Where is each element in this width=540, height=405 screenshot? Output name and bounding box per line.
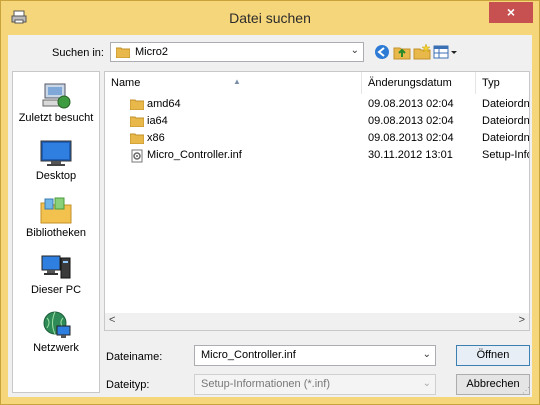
place-label: Netzwerk xyxy=(33,342,79,354)
file-type: Dateiordner xyxy=(482,98,530,110)
filetype-select[interactable]: Setup-Informationen (*.inf) ⌄ xyxy=(194,374,436,395)
folder-icon xyxy=(130,133,144,144)
scroll-right-icon[interactable]: > xyxy=(519,314,525,326)
cancel-button[interactable]: Abbrechen xyxy=(456,374,530,395)
back-arrow-icon[interactable] xyxy=(373,43,391,61)
resize-grip-icon[interactable]: ⋰ xyxy=(522,386,530,395)
look-in-label: Suchen in: xyxy=(52,47,104,59)
place-label: Dieser PC xyxy=(30,284,82,296)
window-title: Datei suchen xyxy=(229,10,311,26)
scroll-left-icon[interactable]: < xyxy=(109,314,115,326)
recent-places-icon xyxy=(42,83,71,109)
filename-input[interactable]: Micro_Controller.inf ⌄ xyxy=(194,345,436,366)
folder-icon xyxy=(130,99,144,110)
folder-icon xyxy=(116,47,130,58)
look-in-combo[interactable]: Micro2 ⌄ xyxy=(110,42,364,62)
up-folder-icon[interactable] xyxy=(393,43,411,61)
look-in-value: Micro2 xyxy=(135,46,169,58)
chevron-down-icon[interactable]: ⌄ xyxy=(351,45,359,56)
filename-label: Dateiname: xyxy=(106,351,163,363)
horizontal-scrollbar[interactable]: < > xyxy=(105,313,529,330)
filename-value: Micro_Controller.inf xyxy=(201,349,296,361)
file-type: Setup-Informationen xyxy=(482,149,529,161)
file-row[interactable]: x86 09.08.2013 02:04 Dateiordner xyxy=(105,130,530,147)
file-name: x86 xyxy=(147,132,165,144)
dialog-client-area: Suchen in: Micro2 ⌄ Zuletzt besucht Desk… xyxy=(8,35,532,397)
place-network[interactable]: Netzwerk xyxy=(13,310,99,354)
chevron-down-icon[interactable]: ⌄ xyxy=(423,349,431,360)
file-row[interactable]: ia64 09.08.2013 02:04 Dateiordner xyxy=(105,113,530,130)
file-row[interactable]: Micro_Controller.inf 30.11.2012 13:01 Se… xyxy=(105,147,529,164)
network-icon xyxy=(43,311,71,338)
file-type: Dateiordner xyxy=(482,115,530,127)
file-date: 09.08.2013 02:04 xyxy=(368,115,454,127)
computer-icon xyxy=(41,255,71,279)
column-header-date[interactable]: Änderungsdatum xyxy=(362,72,476,94)
place-desktop[interactable]: Desktop xyxy=(13,138,99,182)
place-libraries[interactable]: Bibliotheken xyxy=(13,195,99,239)
new-folder-icon[interactable] xyxy=(413,43,431,61)
open-button[interactable]: Öffnen xyxy=(456,345,530,366)
chevron-down-icon[interactable]: ⌄ xyxy=(423,378,431,389)
file-type: Dateiordner xyxy=(482,132,530,144)
file-name: Micro_Controller.inf xyxy=(147,149,242,161)
place-recent[interactable]: Zuletzt besucht xyxy=(13,80,99,124)
column-header-type[interactable]: Typ xyxy=(476,72,529,94)
place-label: Desktop xyxy=(35,170,77,182)
file-dialog-window: Datei suchen × Suchen in: Micro2 ⌄ Zulet… xyxy=(0,0,540,405)
place-label: Zuletzt besucht xyxy=(18,112,94,124)
column-header-name[interactable]: Name ▲ xyxy=(105,72,362,94)
filetype-label: Dateityp: xyxy=(106,379,150,391)
places-bar: Zuletzt besucht Desktop Bibliotheken Die… xyxy=(12,71,100,393)
close-button[interactable]: × xyxy=(489,2,533,23)
file-list[interactable]: Name ▲ Änderungsdatum Typ amd64 09.08.20… xyxy=(104,71,530,331)
libraries-icon xyxy=(40,197,72,224)
view-menu-icon[interactable] xyxy=(433,43,459,61)
desktop-icon xyxy=(40,140,72,166)
file-date: 09.08.2013 02:04 xyxy=(368,132,454,144)
file-row[interactable]: amd64 09.08.2013 02:04 Dateiordner xyxy=(105,96,530,113)
file-name: amd64 xyxy=(147,98,181,110)
place-this-pc[interactable]: Dieser PC xyxy=(13,252,99,296)
title-bar[interactable]: Datei suchen × xyxy=(1,1,539,35)
file-date: 09.08.2013 02:04 xyxy=(368,98,454,110)
place-label: Bibliotheken xyxy=(26,227,86,239)
file-date: 30.11.2012 13:01 xyxy=(368,149,453,161)
sort-up-icon: ▲ xyxy=(233,77,241,86)
folder-icon xyxy=(130,116,144,127)
inf-file-icon xyxy=(131,149,143,163)
filetype-value: Setup-Informationen (*.inf) xyxy=(201,378,331,390)
file-name: ia64 xyxy=(147,115,168,127)
